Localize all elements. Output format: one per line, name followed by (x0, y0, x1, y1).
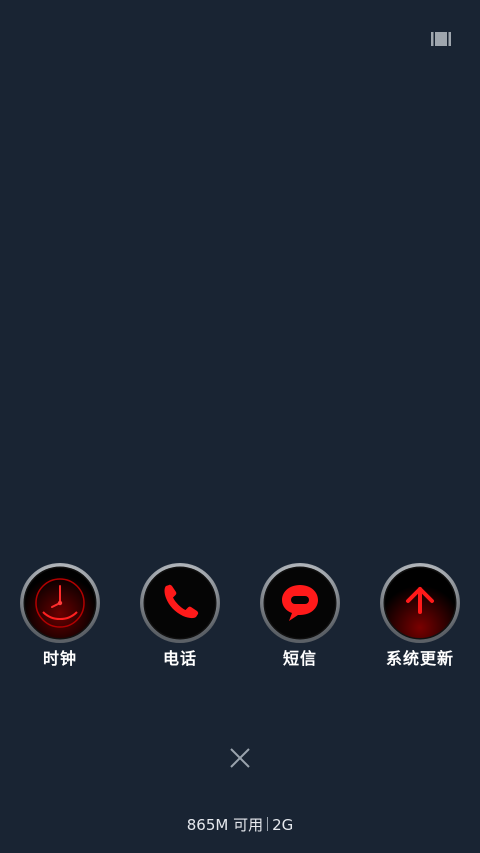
message-icon (260, 563, 340, 643)
close-icon (230, 748, 250, 768)
app-system-update[interactable]: 系统更新 (360, 562, 480, 669)
memory-free: 865M 可用 (186, 816, 264, 834)
system-update-icon (380, 563, 460, 643)
phone-icon (140, 563, 220, 643)
clear-all-button[interactable] (222, 740, 258, 776)
multi-window-button[interactable] (428, 28, 454, 50)
app-label: 电话 (162, 649, 197, 668)
recent-apps-screen: 时钟 电话 短信 系统更新 865M 可用 2G (0, 0, 480, 853)
app-shortcut-row: 时钟 电话 短信 系统更新 (0, 562, 480, 682)
clock-icon (20, 563, 100, 643)
app-label: 系统更新 (385, 649, 454, 668)
memory-divider (267, 817, 269, 831)
app-clock[interactable]: 时钟 (0, 562, 120, 669)
memory-total: 2G (272, 816, 294, 834)
memory-status: 865M 可用 2G (0, 814, 480, 836)
app-label: 时钟 (42, 649, 77, 668)
multi-window-icon (431, 32, 451, 46)
app-messages[interactable]: 短信 (240, 562, 360, 669)
app-phone[interactable]: 电话 (120, 562, 240, 669)
app-label: 短信 (282, 649, 317, 668)
